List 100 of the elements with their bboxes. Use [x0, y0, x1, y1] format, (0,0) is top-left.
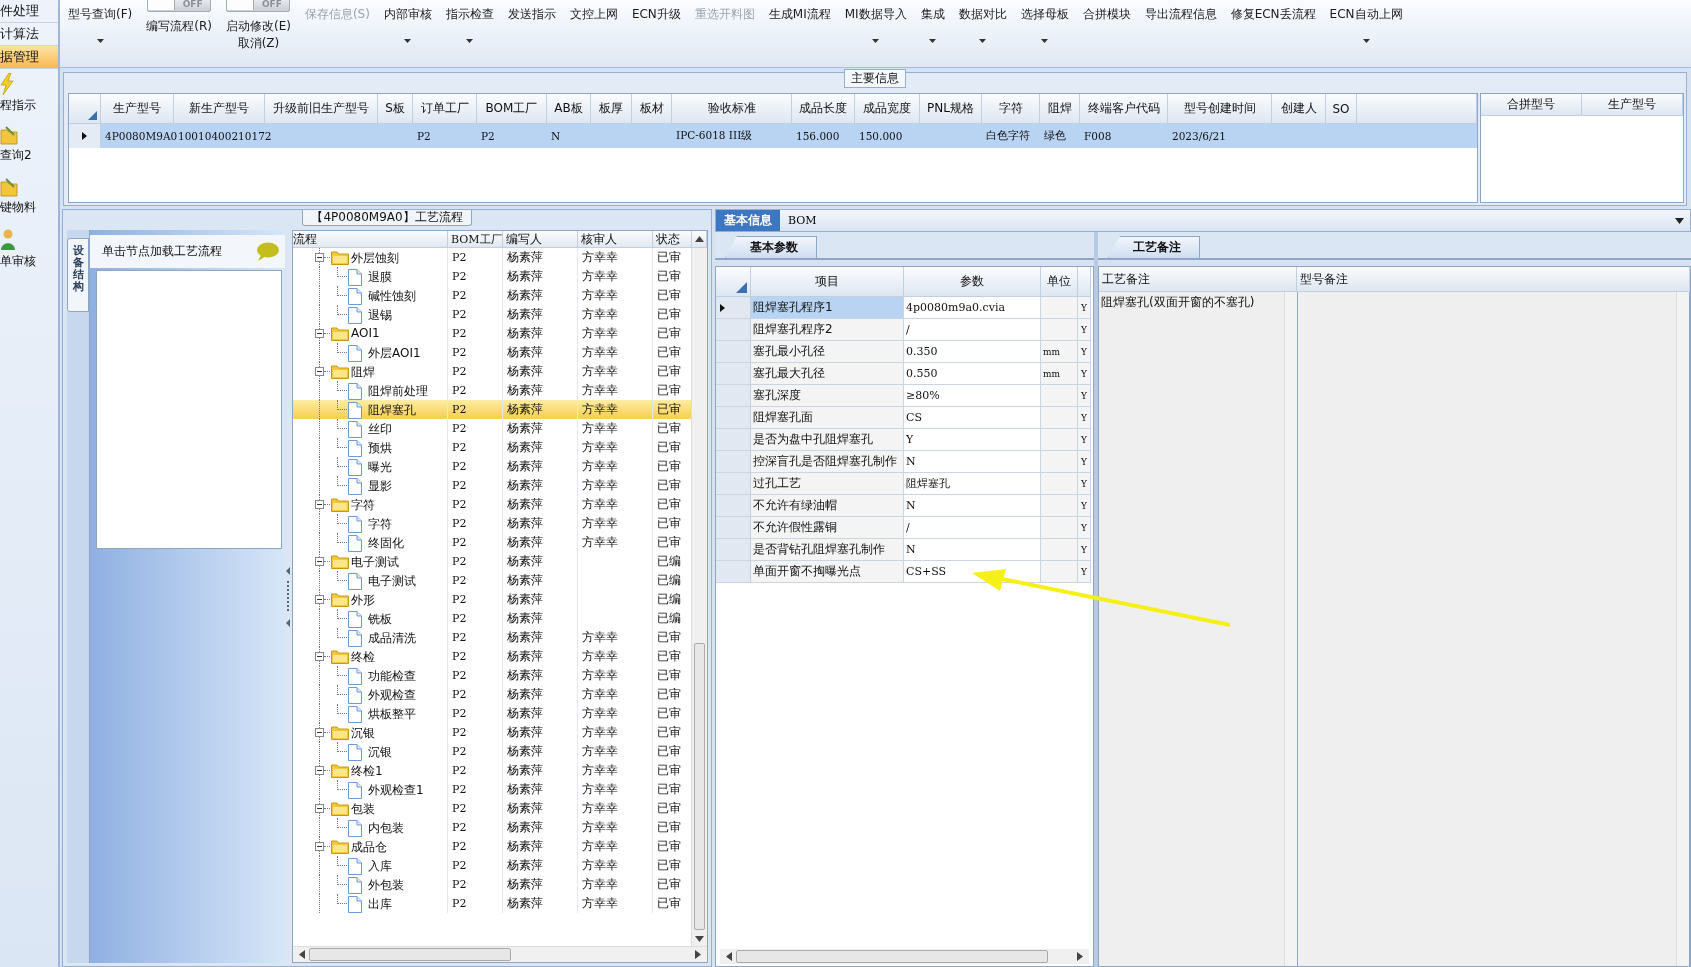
- toolbar-button[interactable]: ECN升级: [631, 6, 681, 23]
- collapse-icon[interactable]: [315, 253, 324, 262]
- grid-cell[interactable]: [1041, 297, 1078, 319]
- column-header[interactable]: 板厚: [591, 94, 632, 124]
- grid-cell[interactable]: mm: [1041, 363, 1078, 385]
- toolbar-button[interactable]: ECN自动上网: [1329, 6, 1403, 23]
- grid-cell[interactable]: 阻焊塞孔: [904, 473, 1041, 495]
- collapse-icon[interactable]: [315, 804, 324, 813]
- toolbar-button[interactable]: 合拼模块: [1082, 6, 1131, 23]
- collapse-icon[interactable]: [315, 766, 324, 775]
- toolbar-button[interactable]: 数据对比: [958, 6, 1007, 23]
- grid-cell[interactable]: 阻焊塞孔面: [751, 407, 904, 429]
- column-header[interactable]: 升级前旧生产型号: [265, 94, 378, 124]
- tree-row[interactable]: AOI1 P2 杨素萍 方幸幸 已审: [293, 324, 691, 343]
- column-header[interactable]: S板: [378, 94, 413, 124]
- column-header[interactable]: 状态: [653, 231, 692, 248]
- scrollbar[interactable]: [293, 946, 707, 962]
- column-header[interactable]: BOM工厂: [477, 94, 547, 124]
- grid-cell[interactable]: 是否背钻孔阻焊塞孔制作: [751, 539, 904, 561]
- tree-row[interactable]: 终检 P2 杨素萍 方幸幸 已审: [293, 647, 691, 666]
- tree-row[interactable]: 阻焊 P2 杨素萍 方幸幸 已审: [293, 362, 691, 381]
- table-row[interactable]: 4P0080M9A010010400210172 P2 P2 N IPC-6018 III级 156.000 150.000 白色字符 绿色 F008 2023/6/21: [69, 124, 1477, 148]
- caret-icon[interactable]: [404, 39, 412, 43]
- tab[interactable]: 工艺备注: [1108, 236, 1200, 258]
- caret-icon[interactable]: [1041, 39, 1049, 43]
- collapse-icon[interactable]: [315, 595, 324, 604]
- grid-cell[interactable]: /: [904, 517, 1041, 539]
- grid-cell[interactable]: Y: [1078, 561, 1091, 583]
- tab[interactable]: 基本信息: [716, 210, 780, 231]
- grid-cell[interactable]: Y: [1078, 451, 1091, 473]
- toolbar-button[interactable]: 导出流程信息: [1144, 6, 1217, 23]
- grid-cell[interactable]: Y: [1078, 473, 1091, 495]
- grid-cell[interactable]: Y: [1078, 517, 1091, 539]
- grid-cell[interactable]: 单面开窗不掏曝光点: [751, 561, 904, 583]
- column-header[interactable]: 订单工厂: [413, 94, 477, 124]
- caret-icon[interactable]: [1362, 39, 1370, 43]
- grid-cell[interactable]: Y: [1078, 429, 1091, 451]
- toolbar-button[interactable]: 型号查询(F): [68, 6, 133, 23]
- grid-cell[interactable]: Y: [1078, 297, 1091, 319]
- scrollbar[interactable]: [691, 248, 707, 946]
- collapse-icon[interactable]: [315, 842, 324, 851]
- grid-cell[interactable]: [1041, 451, 1078, 473]
- grid-cell[interactable]: 塞孔最大孔径: [751, 363, 904, 385]
- column-header[interactable]: BOM工厂: [448, 231, 503, 248]
- row-header[interactable]: [69, 124, 101, 148]
- scrollbar[interactable]: [1284, 292, 1297, 966]
- grid-cell[interactable]: Y: [1078, 407, 1091, 429]
- scrollbar[interactable]: [720, 949, 1089, 964]
- column-header[interactable]: SO: [1326, 94, 1357, 124]
- grid-cell[interactable]: CS: [904, 407, 1041, 429]
- grid-cell[interactable]: Y: [1078, 495, 1091, 517]
- caret-icon[interactable]: [979, 39, 987, 43]
- column-header[interactable]: 阻焊: [1040, 94, 1080, 124]
- column-header[interactable]: 生产型号: [1582, 94, 1683, 116]
- column-header[interactable]: 参数: [904, 267, 1041, 297]
- grid-cell[interactable]: 过孔工艺: [751, 473, 904, 495]
- tree-row[interactable]: 字符 P2 杨素萍 方幸幸 已审: [293, 495, 691, 514]
- grid-cell[interactable]: 4p0080m9a0.cvia: [904, 297, 1041, 319]
- grid-cell[interactable]: /: [904, 319, 1041, 341]
- grid-cell[interactable]: Y: [1078, 539, 1091, 561]
- scroll-down-icon[interactable]: [695, 936, 704, 942]
- grid-cell[interactable]: Y: [1078, 319, 1091, 341]
- sidebar-item[interactable]: 程指示: [0, 69, 58, 121]
- toolbar-button[interactable]: 集成: [920, 6, 945, 23]
- tree-row[interactable]: 包装 P2 杨素萍 方幸幸 已审: [293, 799, 691, 818]
- column-header[interactable]: 型号创建时间: [1168, 94, 1272, 124]
- caret-icon[interactable]: [466, 39, 474, 43]
- scrollbar[interactable]: [1676, 292, 1689, 966]
- toolbar-button[interactable]: 启动修改(E): [225, 18, 291, 35]
- caret-icon[interactable]: [96, 39, 104, 43]
- grid-cell[interactable]: [1041, 429, 1078, 451]
- column-header[interactable]: 合拼型号: [1481, 94, 1582, 116]
- scroll-left-icon[interactable]: [726, 952, 732, 961]
- grid-cell[interactable]: [1041, 561, 1078, 583]
- tree-row[interactable]: 沉银 P2 杨素萍 方幸幸 已审: [293, 723, 691, 742]
- toolbar-button[interactable]: 选择母板: [1020, 6, 1069, 23]
- column-header[interactable]: 创建人: [1272, 94, 1326, 124]
- grid-cell[interactable]: 控深盲孔是否阻焊塞孔制作: [751, 451, 904, 473]
- toolbar-button[interactable]: 发送指示: [507, 6, 556, 23]
- grid-cell[interactable]: 是否为盘中孔阻焊塞孔: [751, 429, 904, 451]
- grid-cell[interactable]: 不允许有绿油帽: [751, 495, 904, 517]
- column-header[interactable]: AB板: [547, 94, 591, 124]
- grid-cell[interactable]: 不允许假性露铜: [751, 517, 904, 539]
- scroll-up-icon[interactable]: [695, 236, 704, 242]
- grid-cell[interactable]: N: [904, 495, 1041, 517]
- caret-icon[interactable]: [872, 39, 880, 43]
- sidebar-item[interactable]: 据管理: [0, 46, 58, 69]
- tree-row[interactable]: 成品仓 P2 杨素萍 方幸幸 已审: [293, 837, 691, 856]
- splitter-handle[interactable]: [286, 566, 291, 627]
- toolbar-button[interactable]: 修复ECN丢流程: [1230, 6, 1316, 23]
- grid-cell[interactable]: Y: [1078, 385, 1091, 407]
- grid-cell[interactable]: Y: [904, 429, 1041, 451]
- grid-cell[interactable]: 阻焊塞孔程序1: [751, 297, 904, 319]
- column-header[interactable]: 项目: [751, 267, 904, 297]
- grid-cell[interactable]: 塞孔深度: [751, 385, 904, 407]
- column-header[interactable]: 成品长度: [792, 94, 855, 124]
- sidebar-item[interactable]: 单审核: [0, 225, 58, 277]
- toolbar-button[interactable]: 编写流程(R): [146, 18, 212, 35]
- column-header[interactable]: 终端客户代码: [1080, 94, 1168, 124]
- grid-cell[interactable]: Y: [1078, 341, 1091, 363]
